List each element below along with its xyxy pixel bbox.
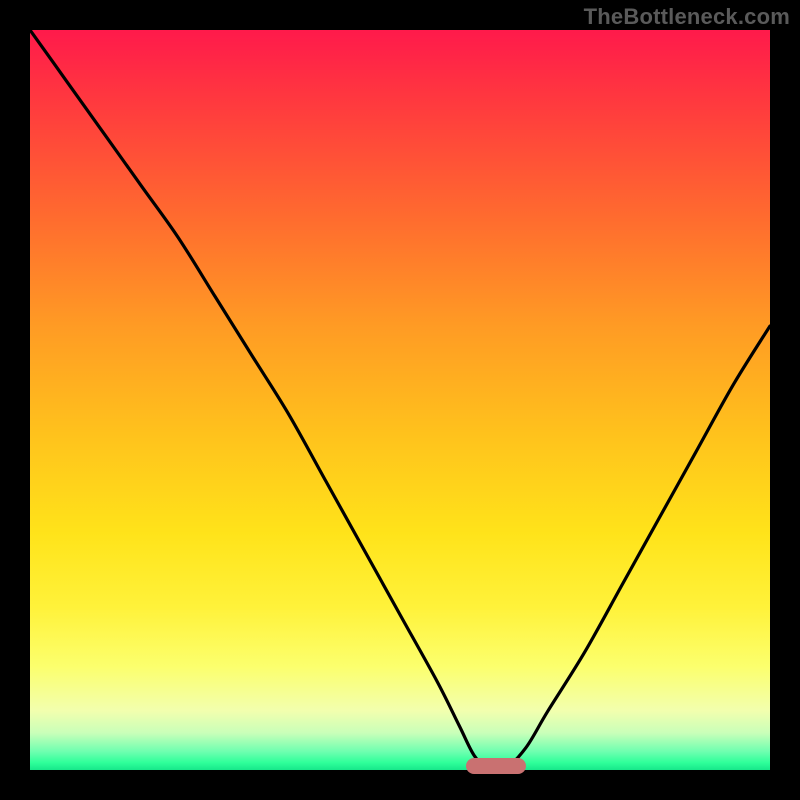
plot-area	[30, 30, 770, 770]
balance-marker	[466, 758, 526, 774]
chart-frame: TheBottleneck.com	[0, 0, 800, 800]
bottleneck-curve	[30, 30, 770, 770]
watermark-text: TheBottleneck.com	[584, 4, 790, 30]
curve-path	[30, 30, 770, 770]
